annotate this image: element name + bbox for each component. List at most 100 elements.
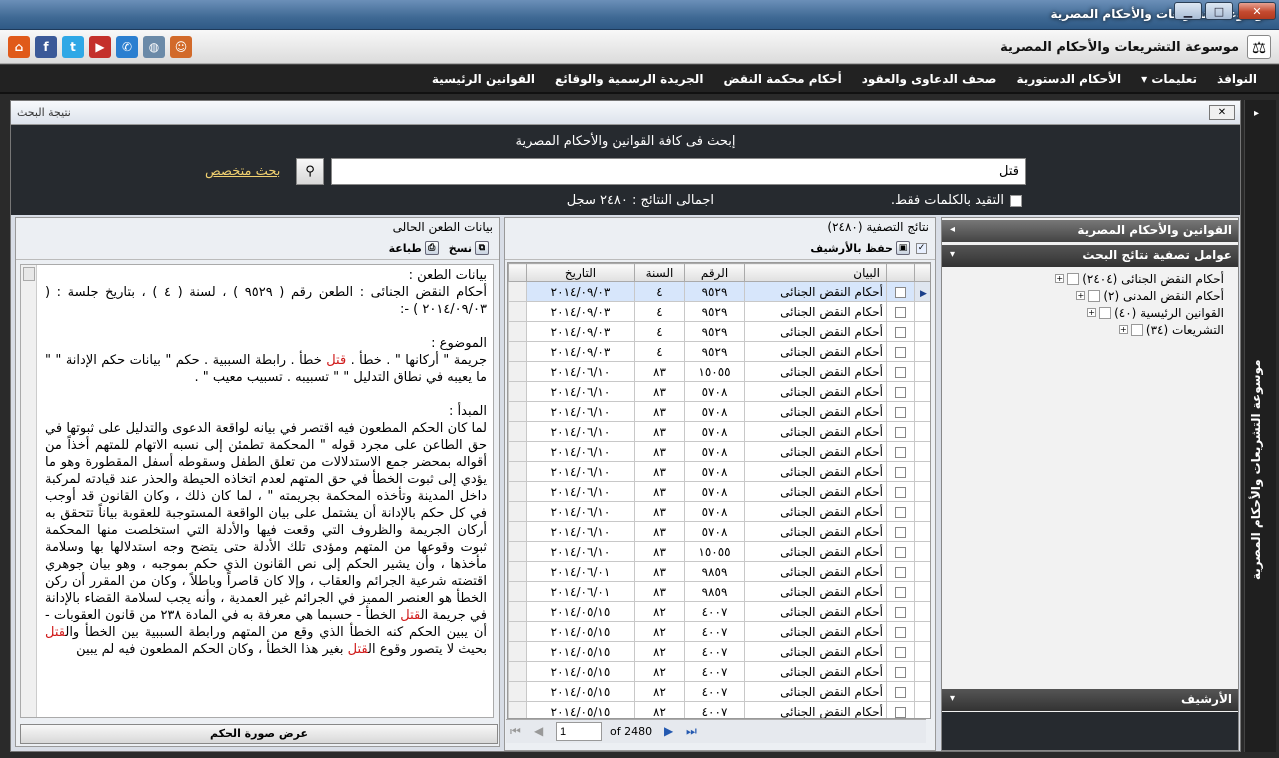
table-row[interactable]: أحكام النقض الجنائى ٤٠٠٧ ٨٢ ٢٠١٤/٠٥/١٥ bbox=[508, 661, 930, 682]
row-checkbox[interactable] bbox=[895, 406, 906, 418]
grid-scrollbar-cell[interactable] bbox=[508, 501, 527, 522]
column-header-title[interactable]: البيان bbox=[744, 263, 887, 282]
grid-scrollbar-cell[interactable] bbox=[508, 621, 527, 642]
table-row[interactable]: أحكام النقض الجنائى ٥٧٠٨ ٨٣ ٢٠١٤/٠٦/١٠ bbox=[508, 461, 930, 482]
grid-scrollbar-cell[interactable] bbox=[508, 461, 527, 482]
table-row[interactable]: أحكام النقض الجنائى ٤٠٠٧ ٨٢ ٢٠١٤/٠٥/١٥ bbox=[508, 641, 930, 662]
grid-scrollbar-cell[interactable] bbox=[508, 641, 527, 662]
tree-item-civil-cassation[interactable]: + أحكام النقض المدنى (٢) bbox=[1076, 287, 1224, 304]
first-page-icon[interactable]: ⏮ bbox=[510, 724, 521, 739]
maximize-button[interactable]: □ bbox=[1205, 2, 1233, 20]
side-vertical-tab[interactable]: ▸ موسوعة التشريعات والأحكام المصرية bbox=[1244, 100, 1276, 752]
select-all-checkbox[interactable]: ✓ bbox=[916, 242, 927, 254]
table-row[interactable]: أحكام النقض الجنائى ٥٧٠٨ ٨٣ ٢٠١٤/٠٦/١٠ bbox=[508, 441, 930, 462]
table-row[interactable]: أحكام النقض الجنائى ٩٥٢٩ ٤ ٢٠١٤/٠٩/٠٣ bbox=[508, 341, 930, 362]
row-checkbox[interactable] bbox=[895, 546, 906, 558]
home-icon[interactable]: ⌂ bbox=[8, 36, 30, 58]
search-button[interactable]: ⚲ bbox=[296, 158, 324, 185]
row-checkbox[interactable] bbox=[895, 446, 906, 458]
tree-checkbox[interactable] bbox=[1130, 323, 1143, 336]
grid-scrollbar-cell[interactable] bbox=[508, 281, 527, 302]
row-checkbox[interactable] bbox=[895, 286, 906, 298]
row-checkbox[interactable] bbox=[895, 706, 906, 718]
row-checkbox[interactable] bbox=[895, 346, 906, 358]
tree-item-main-laws[interactable]: + القوانين الرئيسية (٤٠) bbox=[1087, 304, 1224, 321]
table-row[interactable]: أحكام النقض الجنائى ١٥٠٥٥ ٨٣ ٢٠١٤/٠٦/١٠ bbox=[508, 361, 930, 382]
table-row[interactable]: أحكام النقض الجنائى ١٥٠٥٥ ٨٣ ٢٠١٤/٠٦/١٠ bbox=[508, 541, 930, 562]
copy-button[interactable]: ⧉ نسخ bbox=[449, 241, 489, 255]
scroll-thumb[interactable] bbox=[22, 267, 35, 281]
globe-icon[interactable]: ◍ bbox=[143, 36, 165, 58]
column-header-year[interactable]: السنة bbox=[634, 263, 685, 282]
tree-item-legislations[interactable]: + التشريعات (٣٤) bbox=[1118, 321, 1224, 338]
twitter-icon[interactable]: t bbox=[62, 36, 84, 58]
row-checkbox[interactable] bbox=[895, 326, 906, 338]
table-row[interactable]: أحكام النقض الجنائى ٥٧٠٨ ٨٣ ٢٠١٤/٠٦/١٠ bbox=[508, 401, 930, 422]
minimize-button[interactable]: ▁ bbox=[1174, 2, 1202, 20]
menu-main-laws[interactable]: القوانين الرئيسية bbox=[422, 72, 545, 86]
youtube-icon[interactable]: ▶ bbox=[89, 36, 111, 58]
tree-checkbox[interactable] bbox=[1067, 272, 1080, 285]
row-checkbox[interactable] bbox=[895, 386, 906, 398]
row-checkbox[interactable] bbox=[895, 666, 906, 678]
row-checkbox[interactable] bbox=[895, 306, 906, 318]
last-page-icon[interactable]: ⏭ bbox=[686, 724, 697, 739]
table-row[interactable]: أحكام النقض الجنائى ٩٥٢٩ ٤ ٢٠١٤/٠٩/٠٣ bbox=[508, 301, 930, 322]
row-checkbox[interactable] bbox=[895, 566, 906, 578]
grid-scrollbar-cell[interactable] bbox=[508, 681, 527, 702]
grid-scrollbar-cell[interactable] bbox=[508, 401, 527, 422]
archive-section-header[interactable]: الأرشيف ▾ bbox=[942, 689, 1238, 711]
view-ruling-image-button[interactable]: عرض صورة الحكم bbox=[20, 724, 498, 744]
grid-scrollbar-cell[interactable] bbox=[508, 441, 527, 462]
grid-scrollbar-cell[interactable] bbox=[508, 661, 527, 682]
menu-lawsuits-contracts[interactable]: صحف الدعاوى والعقود bbox=[852, 72, 1007, 86]
row-checkbox[interactable] bbox=[895, 626, 906, 638]
table-row[interactable]: أحكام النقض الجنائى ٥٧٠٨ ٨٣ ٢٠١٤/٠٦/١٠ bbox=[508, 421, 930, 442]
facebook-icon[interactable]: f bbox=[35, 36, 57, 58]
row-checkbox[interactable] bbox=[895, 586, 906, 598]
column-header-number[interactable]: الرقم bbox=[684, 263, 745, 282]
advanced-search-link[interactable]: بحث متخصص bbox=[205, 164, 280, 179]
menu-official-gazette[interactable]: الجريدة الرسمية والوقائع bbox=[545, 72, 713, 86]
row-checkbox[interactable] bbox=[895, 466, 906, 478]
grid-scrollbar-cell[interactable] bbox=[508, 541, 527, 562]
expand-icon[interactable]: + bbox=[1055, 274, 1065, 283]
table-row[interactable]: أحكام النقض الجنائى ٩٥٢٩ ٤ ٢٠١٤/٠٩/٠٣ bbox=[508, 321, 930, 342]
table-row[interactable]: أحكام النقض الجنائى ٥٧٠٨ ٨٣ ٢٠١٤/٠٦/١٠ bbox=[508, 381, 930, 402]
grid-scrollbar-cell[interactable] bbox=[508, 421, 527, 442]
expand-icon[interactable]: + bbox=[1076, 291, 1086, 300]
detail-scrollbar[interactable] bbox=[21, 265, 37, 717]
row-checkbox[interactable] bbox=[895, 486, 906, 498]
exact-words-checkbox[interactable] bbox=[1010, 195, 1022, 207]
row-checkbox[interactable] bbox=[895, 426, 906, 438]
case-detail-text[interactable]: بيانات الطعن : أحكام النقض الجنائى : الط… bbox=[20, 264, 494, 718]
row-checkbox[interactable] bbox=[895, 526, 906, 538]
row-checkbox[interactable] bbox=[895, 646, 906, 658]
print-button[interactable]: ⎙ طباعة bbox=[389, 241, 439, 255]
menu-instructions[interactable]: تعليمات ▾ bbox=[1131, 72, 1207, 86]
grid-scrollbar-cell[interactable] bbox=[508, 481, 527, 502]
menu-windows[interactable]: النوافذ bbox=[1207, 72, 1267, 86]
panel-close-button[interactable]: ✕ bbox=[1209, 105, 1235, 120]
close-button[interactable]: ✕ bbox=[1238, 2, 1276, 20]
grid-scrollbar-cell[interactable] bbox=[508, 341, 527, 362]
table-row[interactable]: أحكام النقض الجنائى ٤٠٠٧ ٨٢ ٢٠١٤/٠٥/١٥ bbox=[508, 681, 930, 702]
filter-section-header[interactable]: عوامل تصفية نتائج البحث ▾ bbox=[942, 245, 1238, 267]
next-page-icon[interactable]: ▶ bbox=[664, 724, 673, 738]
table-row[interactable]: أحكام النقض الجنائى ٤٠٠٧ ٨٢ ٢٠١٤/٠٥/١٥ bbox=[508, 701, 930, 718]
column-header-date[interactable]: التاريخ bbox=[526, 263, 635, 282]
expand-icon[interactable]: + bbox=[1087, 308, 1097, 317]
tree-checkbox[interactable] bbox=[1099, 306, 1112, 319]
grid-scrollbar-cell[interactable] bbox=[508, 521, 527, 542]
grid-scrollbar-cell[interactable] bbox=[508, 601, 527, 622]
chevron-right-icon[interactable]: ▸ bbox=[1254, 108, 1259, 119]
grid-scrollbar-cell[interactable] bbox=[508, 561, 527, 582]
row-checkbox[interactable] bbox=[895, 606, 906, 618]
grid-scrollbar-cell[interactable] bbox=[508, 301, 527, 322]
grid-scrollbar-cell[interactable] bbox=[508, 381, 527, 402]
support-agent-icon[interactable]: ☺ bbox=[170, 36, 192, 58]
grid-scrollbar-cell[interactable] bbox=[508, 321, 527, 342]
search-input[interactable] bbox=[331, 158, 1026, 185]
prev-page-icon[interactable]: ◀ bbox=[534, 724, 543, 738]
save-to-archive-button[interactable]: ▣ حفظ بالأرشيف bbox=[810, 241, 910, 255]
